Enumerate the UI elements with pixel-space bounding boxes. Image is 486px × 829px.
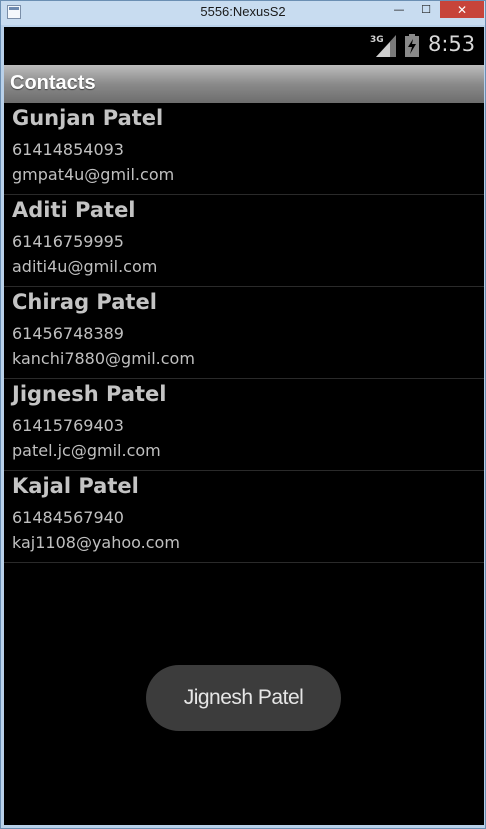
title-bar[interactable]: 5556:NexusS2 — ☐ ✕ — [1, 1, 485, 25]
contact-phone: 61416759995 — [12, 232, 124, 251]
network-type-label: 3G — [370, 35, 384, 45]
contact-email: patel.jc@gmil.com — [12, 441, 161, 460]
contact-name: Gunjan Patel — [12, 106, 164, 130]
device-screen: 3G 8:53 Contacts Gunjan Patel 6141485409… — [4, 27, 484, 825]
contact-name: Jignesh Patel — [12, 382, 167, 406]
contact-phone: 61415769403 — [12, 416, 124, 435]
contact-name: Kajal Patel — [12, 474, 139, 498]
contact-name: Chirag Patel — [12, 290, 157, 314]
contact-name: Aditi Patel — [12, 198, 136, 222]
list-item[interactable]: Aditi Patel 61416759995 aditi4u@gmil.com — [4, 195, 484, 287]
maximize-button[interactable]: ☐ — [413, 1, 439, 18]
contact-email: gmpat4u@gmil.com — [12, 165, 175, 184]
status-clock: 8:53 — [428, 32, 476, 56]
close-button[interactable]: ✕ — [440, 1, 484, 18]
status-bar: 3G 8:53 — [4, 27, 484, 65]
minimize-button[interactable]: — — [385, 1, 413, 18]
battery-charging-icon — [405, 34, 419, 57]
list-item[interactable]: Jignesh Patel 61415769403 patel.jc@gmil.… — [4, 379, 484, 471]
contact-email: kanchi7880@gmil.com — [12, 349, 195, 368]
emulator-window: 5556:NexusS2 — ☐ ✕ 3G 8:53 Contacts Gunj… — [0, 0, 486, 829]
action-bar: Contacts — [4, 65, 484, 103]
list-item[interactable]: Chirag Patel 61456748389 kanchi7880@gmil… — [4, 287, 484, 379]
signal-strength-icon: 3G — [370, 35, 396, 57]
contact-phone: 61484567940 — [12, 508, 124, 527]
list-item[interactable]: Kajal Patel 61484567940 kaj1108@yahoo.co… — [4, 471, 484, 563]
contact-list: Gunjan Patel 61414854093 gmpat4u@gmil.co… — [4, 103, 484, 563]
toast-text: Jignesh Patel — [183, 686, 304, 709]
contact-phone: 61414854093 — [12, 140, 124, 159]
list-item[interactable]: Gunjan Patel 61414854093 gmpat4u@gmil.co… — [4, 103, 484, 195]
contact-email: kaj1108@yahoo.com — [12, 533, 180, 552]
toast-message: Jignesh Patel — [146, 665, 341, 731]
contact-phone: 61456748389 — [12, 324, 124, 343]
contact-email: aditi4u@gmil.com — [12, 257, 158, 276]
page-title: Contacts — [10, 72, 96, 94]
